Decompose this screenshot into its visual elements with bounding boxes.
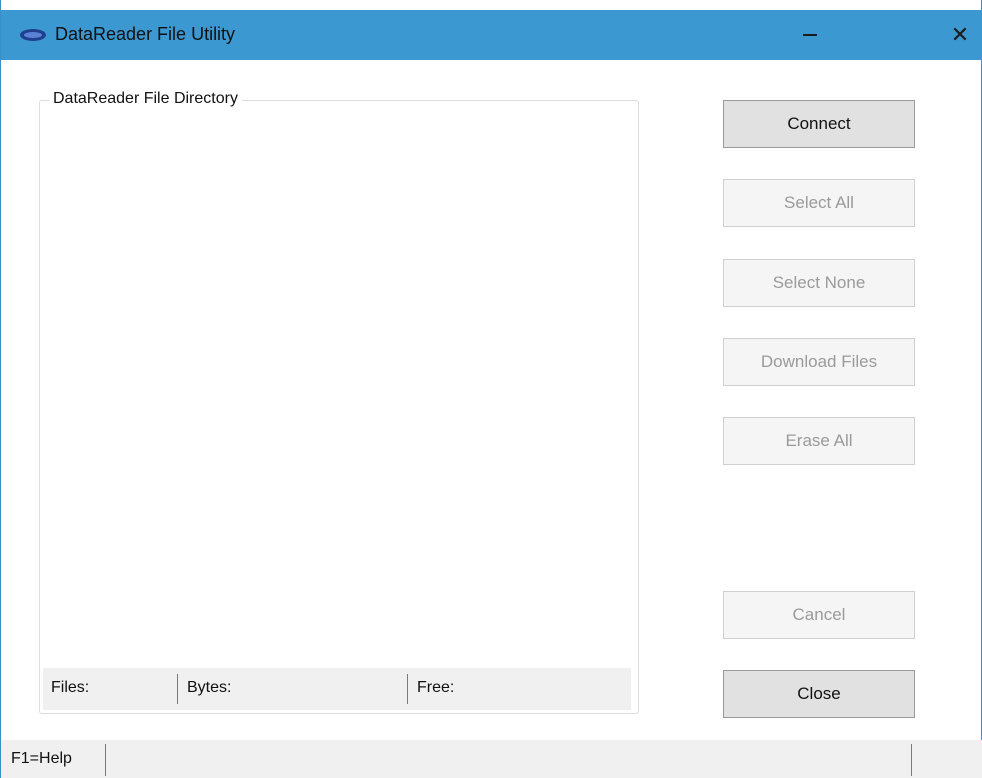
select-none-button[interactable]: Select None [723, 259, 915, 307]
free-space-label: Free: [417, 679, 455, 696]
status-bar: F1=Help [1, 740, 982, 778]
status-divider [105, 744, 106, 776]
minimize-icon [803, 34, 817, 36]
help-hint: F1=Help [11, 750, 72, 767]
stats-divider [177, 674, 178, 704]
files-count-label: Files: [51, 679, 90, 696]
close-icon: ✕ [950, 22, 970, 47]
window-title: DataReader File Utility [55, 24, 236, 44]
directory-stats-bar: Files: Bytes: Free: [43, 668, 631, 710]
download-files-button[interactable]: Download Files [723, 338, 915, 386]
file-directory-label: DataReader File Directory [49, 90, 242, 108]
app-logo-icon [20, 29, 46, 41]
title-bar[interactable]: DataReader File Utility ✕ [1, 10, 982, 60]
stats-divider [407, 674, 408, 704]
minimize-button[interactable] [787, 10, 833, 60]
select-all-button[interactable]: Select All [723, 179, 915, 227]
close-button[interactable]: Close [723, 670, 915, 718]
erase-all-button[interactable]: Erase All [723, 417, 915, 465]
cancel-button[interactable]: Cancel [723, 591, 915, 639]
connect-button[interactable]: Connect [723, 100, 915, 148]
file-list[interactable] [45, 114, 631, 660]
app-window: DataReader File Utility ✕ DataReader Fil… [0, 0, 982, 778]
status-divider [911, 744, 912, 776]
bytes-count-label: Bytes: [187, 679, 232, 696]
window-close-button[interactable]: ✕ [937, 10, 982, 60]
